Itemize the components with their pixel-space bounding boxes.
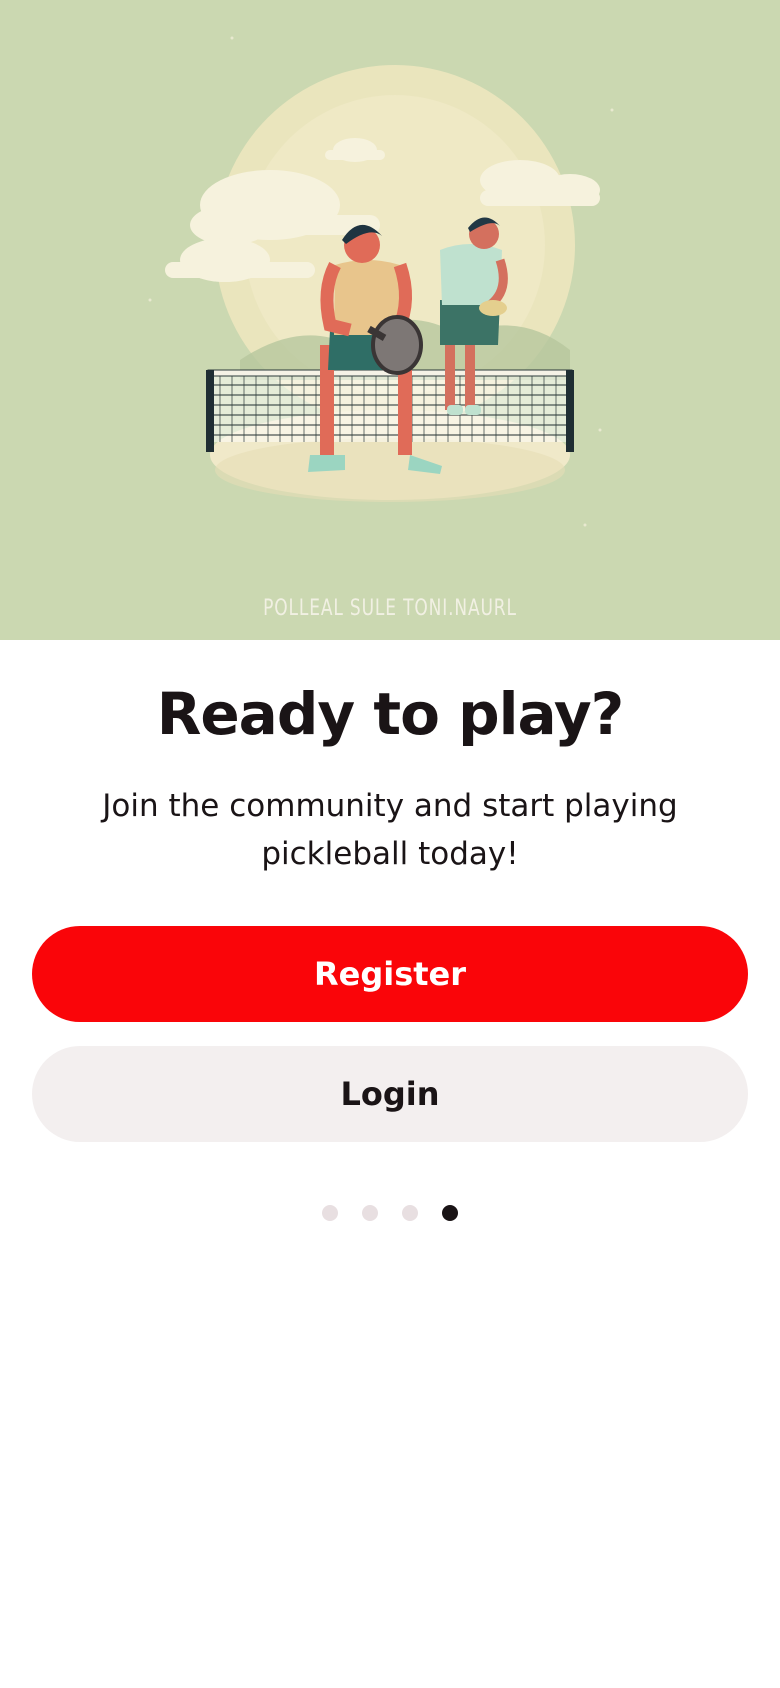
register-button[interactable]: Register bbox=[32, 926, 748, 1022]
page-subtitle: Join the community and start playing pic… bbox=[102, 788, 678, 872]
hero-illustration: POLLEAL SULE TONI.NAURL bbox=[0, 0, 780, 640]
pickleball-illustration bbox=[148, 36, 614, 527]
onboarding-screen: POLLEAL SULE TONI.NAURL Ready to play? J… bbox=[0, 0, 780, 1688]
page-dot-3[interactable] bbox=[402, 1205, 418, 1221]
login-button[interactable]: Login bbox=[32, 1046, 748, 1142]
page-dot-1[interactable] bbox=[322, 1205, 338, 1221]
page-dot-4[interactable] bbox=[442, 1205, 458, 1221]
page-title: Ready to play? bbox=[156, 680, 625, 748]
page-dot-2[interactable] bbox=[362, 1205, 378, 1221]
page-indicator bbox=[0, 1205, 780, 1221]
illustration-caption: POLLEAL SULE TONI.NAURL bbox=[263, 596, 517, 621]
